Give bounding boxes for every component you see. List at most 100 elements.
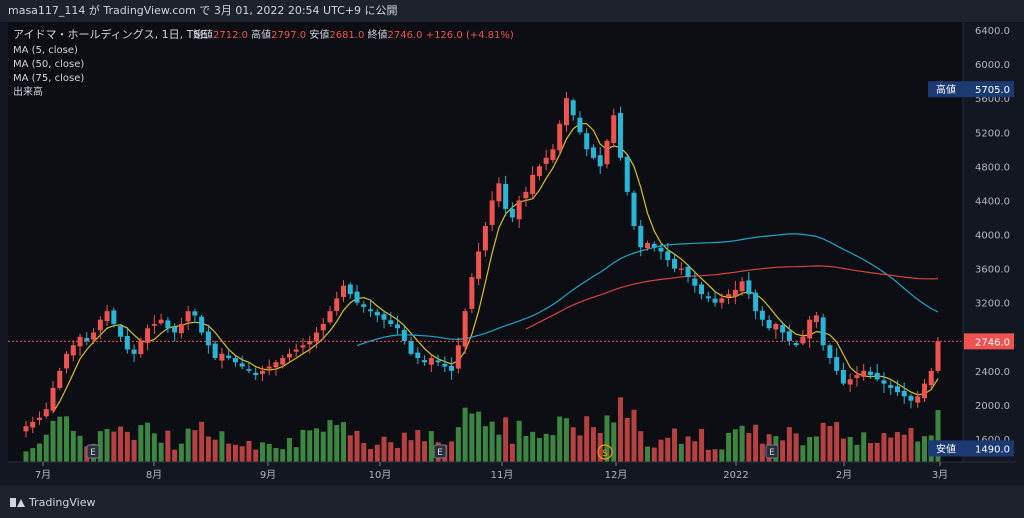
volume-bar (64, 416, 70, 462)
candle (482, 225, 488, 251)
volume-bar (834, 422, 840, 462)
volume-bar (185, 428, 191, 462)
y-tick-label: 3200.0 (975, 299, 1010, 310)
volume-bar (178, 443, 184, 462)
volume-bar (334, 424, 340, 462)
candle (300, 345, 306, 348)
candle (178, 323, 184, 334)
volume-bar (496, 434, 502, 462)
volume-bar (361, 442, 367, 462)
candle (442, 363, 448, 367)
candle (557, 123, 563, 151)
candle (651, 243, 657, 248)
indicator-ma75: MA (75, close) (13, 73, 84, 84)
volume-bar (888, 437, 894, 462)
candle (341, 285, 347, 297)
volume-bar (847, 437, 853, 462)
volume-bar (77, 435, 83, 462)
candle (746, 280, 752, 295)
candle (428, 358, 434, 365)
volume-bar (746, 433, 752, 462)
candle (334, 298, 340, 311)
candle (874, 372, 880, 380)
volume-bar (111, 431, 117, 462)
candle (766, 319, 772, 329)
volume-bar (854, 444, 860, 462)
svg-text:5705.0: 5705.0 (975, 85, 1010, 96)
volume-bar (921, 436, 927, 462)
volume-bar (374, 444, 380, 462)
candle (503, 183, 509, 209)
svg-text:安値: 安値 (936, 442, 956, 455)
candle (165, 320, 171, 329)
candle (104, 311, 110, 322)
volume-bar (557, 416, 563, 462)
volume-bar (118, 426, 124, 462)
volume-bar (313, 428, 319, 462)
volume-bar (692, 441, 698, 462)
volume-bar (307, 430, 313, 462)
publish-line: masa117_114 が TradingView.com で 3月 01, 2… (8, 4, 398, 17)
volume-bar (651, 447, 657, 462)
volume-bar (30, 448, 36, 462)
candle (469, 277, 475, 309)
volume-bar (50, 420, 56, 462)
candle (50, 387, 56, 411)
candle (867, 371, 873, 376)
candle (685, 266, 691, 278)
ma-line (52, 123, 939, 413)
volume-bar (658, 439, 664, 462)
volume-bar (226, 443, 232, 462)
candle (861, 370, 867, 377)
candle (23, 426, 29, 432)
x-tick-label: 3月 (932, 469, 948, 481)
x-tick-label: 2022 (723, 470, 748, 481)
volume-bar (489, 421, 495, 462)
candle (854, 375, 860, 378)
volume-bar (327, 420, 333, 462)
candle (374, 311, 380, 316)
candle (584, 133, 590, 150)
tradingview-logo[interactable]: TradingView (10, 496, 95, 509)
candle (30, 421, 36, 428)
candle (158, 319, 164, 324)
candle (145, 328, 151, 343)
candle (320, 323, 326, 331)
svg-text:2746.0: 2746.0 (975, 337, 1010, 348)
volume-bar (530, 431, 536, 462)
candle (496, 183, 502, 202)
y-tick-label: 6000.0 (975, 60, 1010, 71)
candle (246, 369, 252, 371)
candle (624, 156, 630, 192)
volume-bar (131, 439, 137, 462)
candle (658, 247, 664, 252)
event-marker: E (765, 444, 779, 459)
chart-svg[interactable]: アイドマ・ホールディングス, 1日, TSE 始値2712.0 高値2797.0… (8, 22, 1016, 485)
svg-text:1490.0: 1490.0 (975, 444, 1010, 455)
candle (84, 338, 90, 342)
candle (368, 309, 374, 312)
y-tick-label: 2400.0 (975, 367, 1010, 378)
volume-bar (672, 428, 678, 462)
volume-bar (611, 422, 617, 462)
x-tick-label: 10月 (369, 469, 392, 481)
volume-bar (401, 432, 407, 462)
volume-bar (827, 425, 833, 462)
volume-bar (43, 434, 49, 462)
volume-bar (726, 432, 732, 462)
volume-bar (341, 422, 347, 462)
candle (759, 310, 765, 320)
candle (719, 298, 725, 303)
candle (422, 360, 428, 363)
candle (847, 379, 853, 385)
candle (347, 284, 353, 295)
volume-bar (915, 441, 921, 462)
candle (91, 332, 97, 340)
volume-bar (151, 433, 157, 462)
y-tick-label: 2000.0 (975, 401, 1010, 412)
candle (739, 281, 745, 292)
candle (712, 298, 718, 303)
chart-area[interactable]: アイドマ・ホールディングス, 1日, TSE 始値2712.0 高値2797.0… (8, 22, 1016, 485)
volume-bar (908, 428, 914, 462)
x-tick-label: 12月 (605, 469, 628, 481)
